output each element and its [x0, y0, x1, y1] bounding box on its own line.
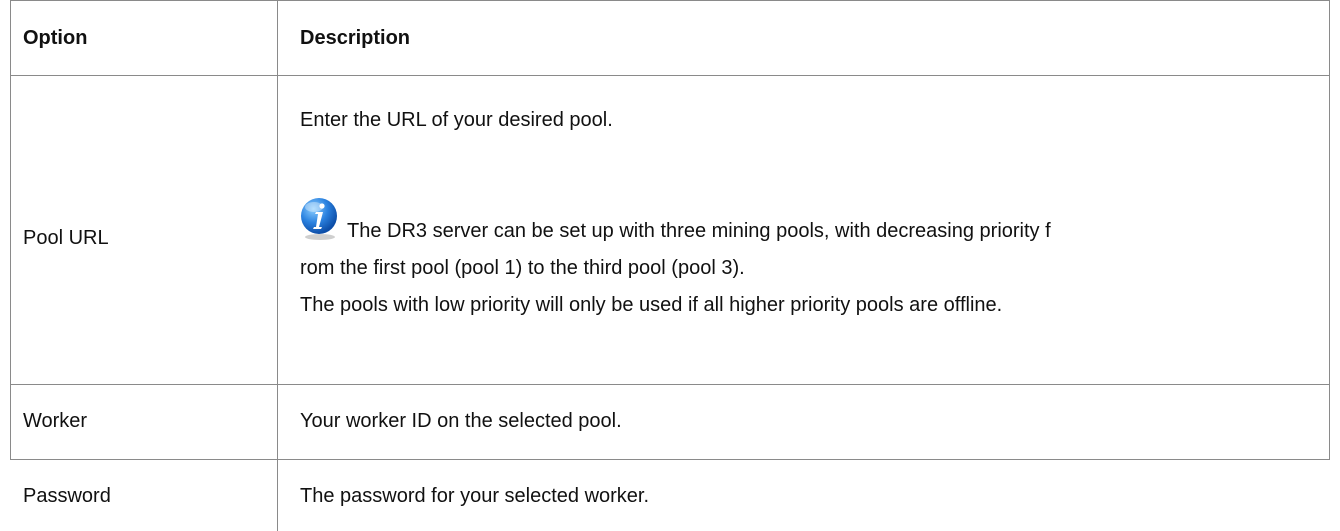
option-worker: Worker	[23, 410, 88, 432]
table-border-right	[1329, 0, 1330, 459]
description-password: The password for your selected worker.	[300, 485, 650, 507]
table-border-top	[10, 0, 1330, 1]
description-line: Enter the URL of your desired pool.	[300, 109, 613, 131]
table-border-left	[10, 384, 11, 459]
table-row-divider	[10, 459, 1330, 460]
header-option: Option	[23, 27, 88, 49]
info-icon	[301, 198, 337, 240]
description-worker: Your worker ID on the selected pool.	[300, 410, 622, 432]
table-column-divider	[277, 0, 278, 531]
description-line: The DR3 server can be set up with three …	[347, 220, 1051, 242]
table-row-divider	[10, 384, 1330, 385]
table-border-left	[10, 0, 11, 75]
description-line: rom the first pool (pool 1) to the third…	[300, 257, 745, 279]
table-row-divider	[10, 75, 1330, 76]
options-table: Option Description Pool URL Enter the UR…	[10, 0, 1330, 531]
header-description: Description	[300, 27, 411, 49]
description-line: The pools with low priority will only be…	[300, 294, 1003, 316]
option-password: Password	[23, 485, 111, 507]
option-pool-url: Pool URL	[23, 227, 109, 249]
table-border-left	[10, 75, 11, 384]
